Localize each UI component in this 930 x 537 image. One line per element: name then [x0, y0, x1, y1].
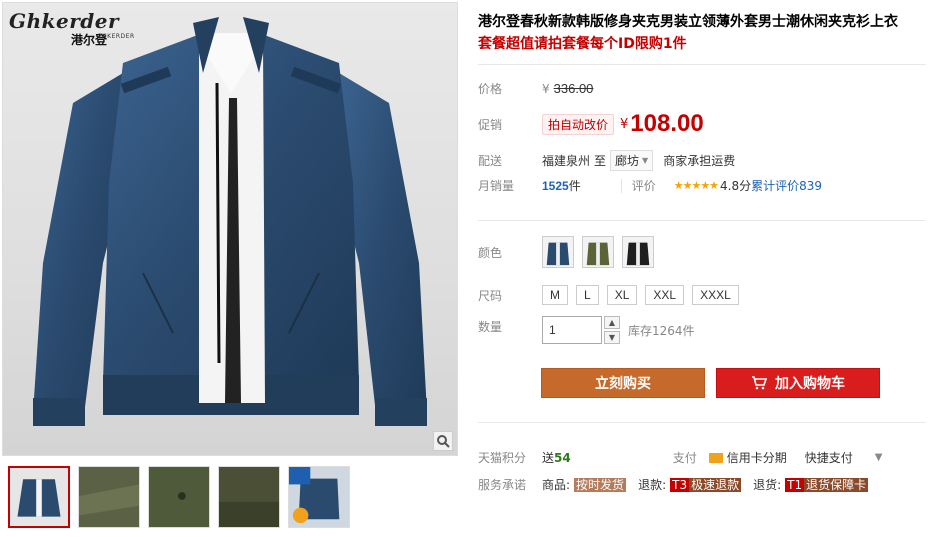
- star-rating-icon: ★★★★★: [673, 179, 719, 192]
- service-code: T3: [670, 478, 690, 492]
- price-label: 价格: [478, 82, 503, 96]
- promo-label: 促销: [478, 117, 503, 132]
- quantity-increase-button[interactable]: ▲: [604, 316, 620, 329]
- brand-tiny-text: GHKERDER: [97, 33, 135, 40]
- brand-logo: Ghkerder 港尔登 GHKERDER: [9, 9, 143, 47]
- sales-row: 月销量 1525 件 评价 ★★★★★ 4.8分 累计评价839: [478, 177, 822, 194]
- rating-label: 评价: [631, 179, 656, 193]
- size-option-xxxl[interactable]: XXXL: [692, 285, 739, 305]
- sales-count: 1525: [542, 178, 569, 193]
- divider: [478, 220, 926, 221]
- color-option-black[interactable]: [622, 236, 654, 268]
- color-row: 颜色: [478, 236, 662, 268]
- service-row: 服务承诺 商品: 按时发货 退款: T3 极速退款 退货: T1 退货保障卡: [478, 476, 880, 493]
- cart-icon: [752, 376, 767, 390]
- vertical-divider: [620, 178, 622, 193]
- rating-score: 4.8分: [720, 179, 752, 193]
- divider: [478, 422, 926, 423]
- points-value: 送54: [542, 449, 571, 466]
- points-label: 天猫积分: [478, 451, 527, 465]
- quantity-decrease-button[interactable]: ▼: [604, 331, 620, 344]
- main-product-image[interactable]: Ghkerder 港尔登 GHKERDER: [2, 2, 458, 456]
- current-price: 108.00: [630, 110, 704, 137]
- promo-tag: 拍自动改价: [542, 113, 615, 135]
- service-ontime[interactable]: 商品: 按时发货: [542, 476, 627, 493]
- ship-to-word: 至: [594, 154, 607, 168]
- color-option-navy[interactable]: [542, 236, 574, 268]
- original-price-row: 价格 ¥ 336.00: [478, 80, 593, 97]
- shipping-row: 配送 福建泉州 至 廊坊 ▼ 商家承担运费: [478, 150, 735, 171]
- size-option-l[interactable]: L: [576, 285, 599, 305]
- add-to-cart-button[interactable]: 加入购物车: [716, 368, 880, 398]
- product-title: 港尔登春秋新款韩版修身夹克男装立领薄外套男士潮休闲夹克衫上衣: [478, 14, 898, 30]
- color-label: 颜色: [478, 245, 503, 260]
- brand-name: Ghkerder: [9, 9, 119, 33]
- shipping-label: 配送: [478, 154, 503, 168]
- sales-label: 月销量: [478, 179, 515, 193]
- size-option-xxl[interactable]: XXL: [645, 285, 685, 305]
- divider: [478, 64, 926, 65]
- buy-now-button[interactable]: 立刻购买: [541, 368, 705, 398]
- shipping-fee: 商家承担运费: [663, 154, 736, 168]
- service-return[interactable]: 退货: T1 退货保障卡: [753, 476, 869, 493]
- service-badge: 极速退款: [689, 478, 742, 492]
- promo-price-row: 促销 拍自动改价 ¥ 108.00: [478, 110, 704, 138]
- buy-now-label: 立刻购买: [595, 376, 651, 392]
- service-badge: 按时发货: [574, 478, 627, 492]
- quantity-stepper: ▲ ▼: [604, 316, 620, 344]
- points-number: 54: [554, 451, 571, 465]
- product-subtitle: 套餐超值请拍套餐每个ID限购1件: [478, 36, 687, 52]
- thumbnail-3[interactable]: [148, 466, 210, 528]
- currency-symbol: ¥: [542, 81, 550, 96]
- points-row: 天猫积分 送54 支付 信用卡分期 快捷支付 ▼: [478, 449, 882, 466]
- service-code: T1: [785, 478, 805, 492]
- jacket-illustration: [33, 17, 427, 426]
- currency-symbol-red: ¥: [620, 116, 629, 132]
- stock-count: 库存1264件: [628, 323, 695, 338]
- chevron-down-icon: ▼: [642, 156, 649, 165]
- payment-label: 支付: [672, 451, 697, 465]
- thumbnail-4[interactable]: [218, 466, 280, 528]
- size-option-xl[interactable]: XL: [606, 285, 638, 305]
- credit-installment-link[interactable]: 信用卡分期: [708, 449, 787, 466]
- original-price: 336.00: [553, 81, 594, 96]
- chevron-down-icon[interactable]: ▼: [875, 452, 883, 463]
- quick-pay-link[interactable]: 快捷支付: [805, 449, 853, 466]
- color-option-olive[interactable]: [582, 236, 614, 268]
- zoom-icon[interactable]: [433, 431, 453, 451]
- size-label: 尺码: [478, 288, 503, 303]
- quantity-row: 数量 ▲ ▼ 库存1264件: [478, 316, 695, 344]
- review-count-link[interactable]: 累计评价839: [751, 177, 822, 194]
- destination-select[interactable]: 廊坊 ▼: [610, 150, 654, 171]
- service-badge: 退货保障卡: [804, 478, 869, 492]
- service-prefix: 商品:: [542, 478, 571, 492]
- quantity-label: 数量: [478, 320, 503, 334]
- service-label: 服务承诺: [478, 478, 527, 492]
- service-prefix: 退款:: [638, 478, 667, 492]
- points-prefix: 送: [542, 451, 555, 465]
- thumbnail-2[interactable]: [78, 466, 140, 528]
- product-gallery: Ghkerder 港尔登 GHKERDER: [0, 0, 460, 537]
- size-option-m[interactable]: M: [542, 285, 568, 305]
- service-refund[interactable]: 退款: T3 极速退款: [638, 476, 742, 493]
- product-detail: 港尔登春秋新款韩版修身夹克男装立领薄外套男士潮休闲夹克衫上衣 套餐超值请拍套餐每…: [478, 12, 926, 54]
- quantity-input[interactable]: [542, 316, 602, 344]
- thumbnail-1[interactable]: [8, 466, 70, 528]
- ship-from: 福建泉州: [542, 154, 591, 168]
- add-to-cart-label: 加入购物车: [775, 376, 845, 392]
- sales-unit: 件: [568, 179, 581, 193]
- credit-card-icon: [708, 452, 723, 463]
- thumbnail-strip: [8, 466, 350, 528]
- credit-installment-label: 信用卡分期: [726, 451, 787, 465]
- service-prefix: 退货:: [753, 478, 782, 492]
- destination-value: 廊坊: [615, 154, 640, 168]
- thumbnail-5[interactable]: [288, 466, 350, 528]
- size-row: 尺码 M L XL XXL XXXL: [478, 285, 747, 305]
